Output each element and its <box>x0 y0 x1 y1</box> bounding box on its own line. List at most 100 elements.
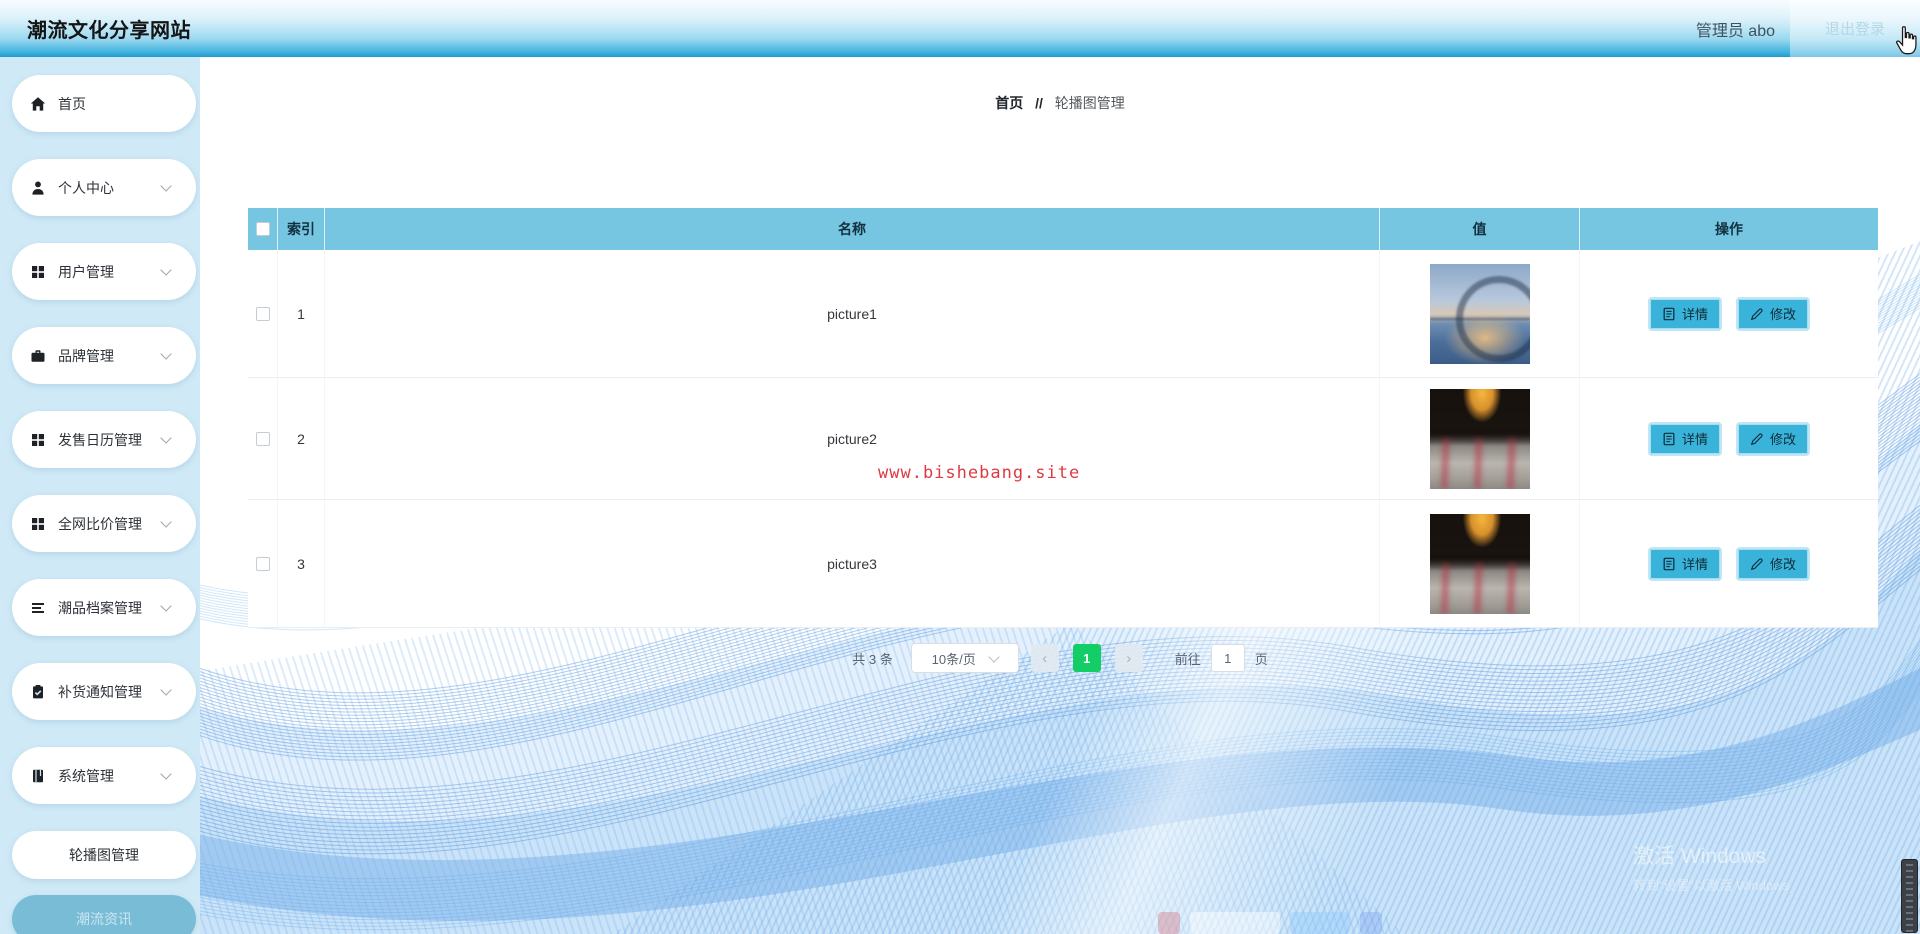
edit-button[interactable]: 修改 <box>1736 421 1811 456</box>
sidebar-item-user-mgmt[interactable]: 用户管理 <box>12 243 196 300</box>
detail-button-label: 详情 <box>1681 432 1708 447</box>
sidebar-item-label: 用户管理 <box>58 263 114 280</box>
next-page-button[interactable]: › <box>1114 644 1143 672</box>
chevron-down-icon <box>160 179 172 192</box>
current-page-button[interactable]: 1 <box>1072 644 1101 672</box>
sidebar: 首页 个人中心 用户管理 品牌管理 发售日历管理 全网比价管理 潮品档案管理 补… <box>0 57 200 934</box>
chevron-down-icon <box>160 347 172 360</box>
clipboard-check-icon <box>30 684 46 700</box>
watermark-logo <box>1158 912 1180 934</box>
sidebar-item-home[interactable]: 首页 <box>12 75 196 132</box>
goto-page-input[interactable] <box>1210 644 1245 672</box>
bottom-watermark <box>1158 903 1382 934</box>
vertical-scrollbar-thumb[interactable] <box>1901 859 1918 933</box>
app-title: 潮流文化分享网站 <box>27 20 191 42</box>
pagination-bar: 共 3 条 10条/页 ‹ 1 › 前往 页 <box>200 643 1920 673</box>
sidebar-item-profile[interactable]: 个人中心 <box>12 159 196 216</box>
sidebar-item-label: 补货通知管理 <box>58 683 142 700</box>
table-header-row: 索引 名称 值 操作 <box>248 208 1878 250</box>
edit-icon <box>1750 557 1763 570</box>
chevron-down-icon <box>988 650 1000 663</box>
breadcrumb-home-link[interactable]: 首页 <box>995 95 1023 111</box>
sidebar-item-label: 全网比价管理 <box>58 515 142 532</box>
row-index: 3 <box>278 500 325 627</box>
chevron-down-icon <box>160 683 172 696</box>
watermark-logo <box>1360 912 1382 934</box>
windows-watermark-line2: 转到“设置”以激活 Windows <box>1633 878 1790 893</box>
grid-icon <box>30 516 46 532</box>
sidebar-item-label: 品牌管理 <box>58 347 114 364</box>
chevron-down-icon <box>160 431 172 444</box>
grid-icon <box>30 264 46 280</box>
list-icon <box>30 600 46 616</box>
edit-button[interactable]: 修改 <box>1736 296 1811 331</box>
sidebar-item-carousel-mgmt[interactable]: 轮播图管理 <box>12 831 196 879</box>
column-header-value: 值 <box>1380 208 1580 250</box>
app-header: 潮流文化分享网站 管理员 abo 退出登录 <box>0 0 1920 57</box>
site-watermark-text: www.bishebang.site <box>878 463 1081 483</box>
watermark-logo <box>1190 912 1280 934</box>
edit-icon <box>1750 307 1763 320</box>
edit-icon <box>1750 432 1763 445</box>
row-checkbox[interactable] <box>255 431 270 446</box>
edit-button-label: 修改 <box>1770 557 1797 572</box>
home-icon <box>30 96 46 112</box>
row-name: picture3 <box>325 500 1380 627</box>
row-name: picture2 <box>325 378 1380 499</box>
detail-button[interactable]: 详情 <box>1647 296 1722 331</box>
sidebar-item-label: 系统管理 <box>58 767 114 784</box>
prev-page-button[interactable]: ‹ <box>1030 644 1059 672</box>
user-icon <box>30 180 46 196</box>
sidebar-item-system-mgmt[interactable]: 系统管理 <box>12 747 196 804</box>
logout-button[interactable]: 退出登录 <box>1790 0 1920 57</box>
edit-button-label: 修改 <box>1770 432 1797 447</box>
sidebar-item-release-calendar-mgmt[interactable]: 发售日历管理 <box>12 411 196 468</box>
detail-button-label: 详情 <box>1681 557 1708 572</box>
document-icon <box>1663 557 1675 570</box>
row-checkbox[interactable] <box>255 556 270 571</box>
chevron-down-icon <box>160 515 172 528</box>
main-content: 首页 // 轮播图管理 索引 名称 值 操作 1 picture1 详情 修改 … <box>200 57 1920 934</box>
edit-button-label: 修改 <box>1770 307 1797 322</box>
grid-icon <box>30 432 46 448</box>
windows-activation-watermark: 激活 Windows 转到“设置”以激活 Windows <box>1633 840 1789 894</box>
page-unit-label: 页 <box>1254 651 1268 667</box>
sidebar-item-label: 首页 <box>58 95 86 112</box>
breadcrumb-current: 轮播图管理 <box>1054 95 1125 111</box>
sidebar-item-price-compare-mgmt[interactable]: 全网比价管理 <box>12 495 196 552</box>
sidebar-item-label: 潮品档案管理 <box>58 599 142 616</box>
watermark-logo <box>1290 912 1350 934</box>
document-icon <box>1663 307 1675 320</box>
book-icon <box>30 768 46 784</box>
select-all-checkbox[interactable] <box>255 222 270 236</box>
row-index: 2 <box>278 378 325 499</box>
detail-button[interactable]: 详情 <box>1647 546 1722 581</box>
goto-label: 前往 <box>1174 651 1201 667</box>
carousel-image-thumbnail <box>1429 513 1530 614</box>
page-size-select[interactable]: 10条/页 <box>910 643 1019 673</box>
row-index: 1 <box>278 250 325 377</box>
carousel-table: 索引 名称 值 操作 1 picture1 详情 修改 2 picture2 详… <box>248 208 1878 628</box>
carousel-image-thumbnail <box>1429 263 1530 364</box>
sidebar-item-brand-mgmt[interactable]: 品牌管理 <box>12 327 196 384</box>
windows-watermark-line1: 激活 Windows <box>1633 845 1767 868</box>
table-row: 1 picture1 详情 修改 <box>248 250 1878 378</box>
table-row: 3 picture3 详情 修改 <box>248 500 1878 628</box>
edit-button[interactable]: 修改 <box>1736 546 1811 581</box>
row-checkbox[interactable] <box>255 306 270 321</box>
column-header-name: 名称 <box>325 208 1380 250</box>
detail-button[interactable]: 详情 <box>1647 421 1722 456</box>
row-name: picture1 <box>325 250 1380 377</box>
document-icon <box>1663 432 1675 445</box>
sidebar-item-product-archive-mgmt[interactable]: 潮品档案管理 <box>12 579 196 636</box>
logged-in-user: 管理员 abo <box>1695 22 1775 40</box>
chevron-down-icon <box>160 767 172 780</box>
briefcase-icon <box>30 348 46 364</box>
chevron-down-icon <box>160 599 172 612</box>
sidebar-item-restock-notice-mgmt[interactable]: 补货通知管理 <box>12 663 196 720</box>
sidebar-item-trend-news[interactable]: 潮流资讯 <box>12 895 196 934</box>
detail-button-label: 详情 <box>1681 307 1708 322</box>
carousel-image-thumbnail <box>1429 388 1530 489</box>
breadcrumb-separator: // <box>1035 95 1043 111</box>
column-header-index: 索引 <box>278 208 325 250</box>
